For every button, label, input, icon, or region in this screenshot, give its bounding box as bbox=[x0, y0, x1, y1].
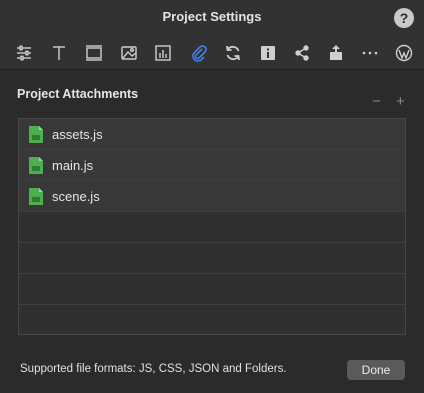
attachments-title: Project Attachments bbox=[17, 87, 139, 101]
list-item[interactable]: assets.js bbox=[19, 119, 405, 150]
sliders-icon[interactable] bbox=[15, 44, 33, 62]
chart-icon[interactable] bbox=[154, 44, 172, 62]
file-name: assets.js bbox=[52, 127, 103, 142]
empty-row bbox=[19, 305, 405, 334]
file-name: scene.js bbox=[52, 189, 100, 204]
js-file-icon bbox=[29, 126, 43, 143]
empty-row bbox=[19, 212, 405, 243]
more-icon[interactable] bbox=[361, 44, 379, 62]
supported-formats-text: Supported file formats: JS, CSS, JSON an… bbox=[20, 363, 287, 375]
image-icon[interactable] bbox=[120, 44, 138, 62]
empty-row bbox=[19, 243, 405, 274]
done-button[interactable]: Done bbox=[347, 360, 405, 380]
attachments-list[interactable]: assets.js main.js scene.js bbox=[18, 118, 406, 335]
wordpress-icon[interactable] bbox=[395, 44, 413, 62]
title-bar: Project Settings ? bbox=[0, 0, 424, 36]
list-item[interactable]: main.js bbox=[19, 150, 405, 181]
add-attachment-button[interactable]: + bbox=[396, 94, 405, 110]
refresh-icon[interactable] bbox=[224, 44, 242, 62]
paperclip-icon[interactable] bbox=[190, 44, 208, 62]
text-icon[interactable] bbox=[50, 44, 68, 62]
frame-icon[interactable] bbox=[85, 44, 103, 62]
window-title: Project Settings bbox=[162, 9, 262, 24]
file-name: main.js bbox=[52, 158, 94, 173]
remove-attachment-button[interactable]: − bbox=[372, 94, 381, 110]
info-icon[interactable] bbox=[259, 44, 277, 62]
toolbar bbox=[0, 36, 424, 70]
js-file-icon bbox=[29, 157, 43, 174]
export-icon[interactable] bbox=[327, 44, 345, 62]
list-item[interactable]: scene.js bbox=[19, 181, 405, 212]
help-button[interactable]: ? bbox=[394, 8, 414, 28]
empty-row bbox=[19, 274, 405, 305]
js-file-icon bbox=[29, 188, 43, 205]
share-icon[interactable] bbox=[293, 44, 311, 62]
